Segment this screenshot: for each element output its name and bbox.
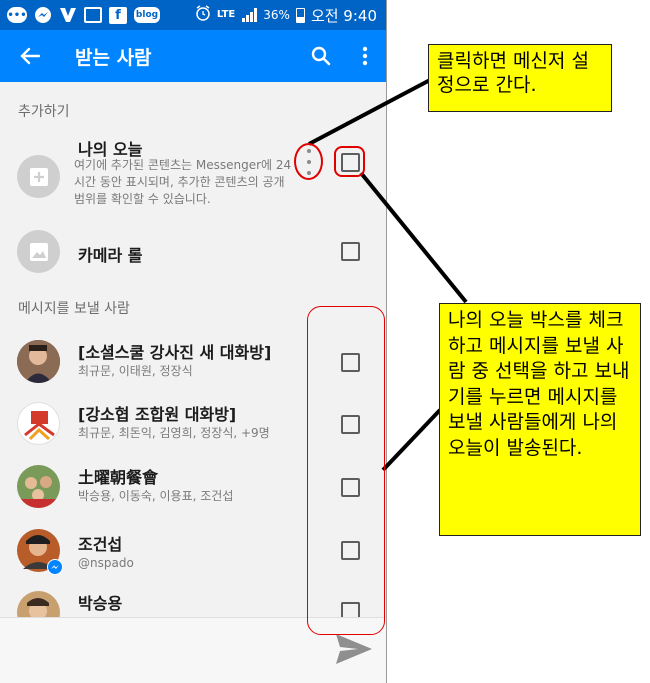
- page-title: 받는 사람: [75, 46, 152, 69]
- recipient-name: [강소협 조합원 대화방]: [78, 405, 237, 424]
- annotation-ring-checkbox: [334, 146, 365, 177]
- status-bar: ••• f blog LTE 36% 오전 9:40: [0, 0, 386, 30]
- annotation-note-bottom: 나의 오늘 박스를 체크하고 메시지를 보낼 사람 중 선택을 하고 보내기를 …: [439, 303, 641, 536]
- more-vertical-icon: [362, 46, 368, 66]
- plus-icon: [29, 167, 48, 186]
- alarm-icon: [195, 5, 211, 25]
- status-indicators: LTE 36% 오전 9:40: [189, 5, 386, 26]
- v-app-icon: [59, 6, 77, 24]
- annotation-ring-recipients: [307, 306, 385, 635]
- send-icon: [336, 634, 372, 664]
- signal-icon: [241, 8, 258, 22]
- camera-roll-row[interactable]: 카메라 롤: [0, 229, 386, 275]
- recipient-members: 최규문, 최돈익, 김영희, 정장식, +9명: [78, 426, 270, 440]
- battery-percent: 36%: [263, 8, 290, 22]
- search-button[interactable]: [299, 30, 343, 82]
- recipient-avatar: [17, 340, 60, 383]
- lte-indicator: LTE: [216, 9, 236, 20]
- battery-icon: [295, 7, 305, 23]
- recipient-avatar: [17, 591, 60, 617]
- messenger-icon: [34, 6, 52, 24]
- recipient-handle: @nspado: [78, 556, 134, 570]
- annotation-ring-menu: [294, 143, 323, 180]
- blog-icon: blog: [134, 7, 160, 23]
- section-header-add: 추가하기: [18, 104, 70, 120]
- recipient-members: 최규문, 이태원, 정장식: [78, 364, 193, 378]
- recipient-avatar: [17, 465, 60, 508]
- story-add-avatar: [17, 155, 60, 198]
- chat-bubble-icon: •••: [7, 7, 27, 23]
- recipient-members: 박승용, 이동숙, 이용표, 조건섭: [78, 489, 234, 503]
- story-row[interactable]: 나의 오늘 여기에 추가된 콘텐츠는 Messenger에 24시간 동안 표시…: [0, 130, 386, 226]
- recipient-name: 土曜朝餐會: [78, 468, 159, 487]
- annotation-note-top: 클릭하면 메신저 설정으로 간다.: [428, 44, 612, 112]
- messenger-badge-icon: [47, 559, 63, 575]
- recipient-avatar: [17, 529, 63, 575]
- facebook-icon: f: [109, 6, 127, 24]
- recipient-name: [소셜스쿨 강사진 새 대화방]: [78, 343, 272, 362]
- back-button[interactable]: [5, 30, 55, 82]
- clock: 오전 9:40: [310, 6, 377, 25]
- story-description: 여기에 추가된 콘텐츠는 Messenger에 24시간 동안 표시되며, 추가…: [74, 158, 292, 206]
- image-icon: [29, 242, 48, 261]
- section-header-send-to: 메시지를 보낼 사람: [18, 301, 130, 317]
- recipient-name: 박승용: [78, 594, 123, 613]
- camera-roll-checkbox[interactable]: [341, 242, 360, 261]
- arrow-left-icon: [20, 47, 40, 65]
- note-icon: [84, 7, 102, 23]
- app-bar: 받는 사람: [0, 30, 386, 82]
- send-button[interactable]: [334, 632, 374, 666]
- camera-roll-avatar: [17, 230, 60, 273]
- recipient-name: 조건섭: [78, 535, 123, 554]
- more-options-button[interactable]: [343, 30, 386, 82]
- recipient-avatar: [17, 402, 60, 445]
- camera-roll-title: 카메라 롤: [78, 246, 143, 265]
- search-icon: [311, 46, 331, 66]
